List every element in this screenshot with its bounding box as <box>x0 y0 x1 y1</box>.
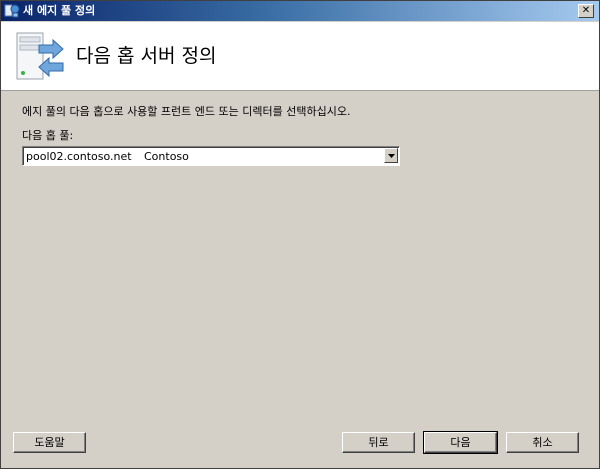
instruction-text: 에지 풀의 다음 홉으로 사용할 프런트 엔드 또는 디렉터를 선택하십시오. <box>22 105 351 118</box>
close-icon: ✕ <box>581 5 591 16</box>
close-button[interactable]: ✕ <box>578 4 594 18</box>
pool-fqdn-value: pool02.contoso.net <box>26 150 132 163</box>
title-bar[interactable]: 새 에지 풀 정의 ✕ <box>1 1 599 21</box>
server-arrows-icon <box>15 31 65 83</box>
wizard-window: 새 에지 풀 정의 ✕ 다음 홉 서버 정의 에지 풀의 다음 홉으로 사용할 … <box>0 0 600 469</box>
cancel-button[interactable]: 취소 <box>506 432 579 453</box>
chevron-down-icon <box>388 154 395 158</box>
next-hop-pool-label: 다음 홉 풀: <box>22 129 74 142</box>
next-button[interactable]: 다음 <box>423 431 498 454</box>
next-hop-pool-select[interactable]: pool02.contoso.net Contoso <box>22 146 400 166</box>
pool-site-value: Contoso <box>144 150 189 163</box>
dropdown-button[interactable] <box>384 148 398 163</box>
wizard-app-icon <box>4 3 20 19</box>
wizard-header: 다음 홉 서버 정의 <box>1 22 599 91</box>
window-title: 새 에지 풀 정의 <box>23 4 96 17</box>
back-button[interactable]: 뒤로 <box>342 432 415 453</box>
page-title: 다음 홉 서버 정의 <box>76 45 217 67</box>
help-button[interactable]: 도움말 <box>13 432 86 453</box>
